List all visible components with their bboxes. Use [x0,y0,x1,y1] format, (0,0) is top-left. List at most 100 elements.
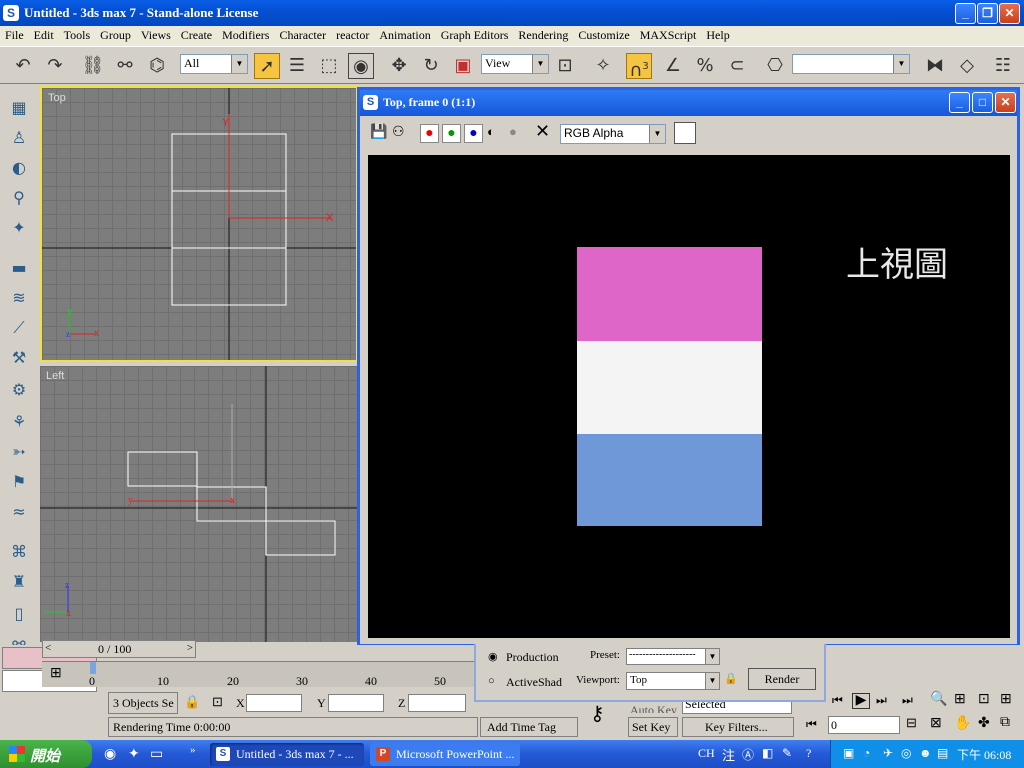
reference-coordinate-dropdown[interactable]: View ▼ [481,54,549,74]
knot-icon[interactable]: ⌘ [7,540,31,564]
red-channel-button[interactable]: ● [420,124,439,143]
menu-file[interactable]: File [0,26,29,43]
character-icon[interactable]: ⚑ [7,470,31,494]
time-config-icon[interactable]: ⊟ [906,715,917,731]
select-object-icon[interactable]: ➚ [254,53,280,79]
current-frame-marker[interactable] [90,662,96,674]
undo-icon[interactable]: ↶ [10,53,36,79]
tray-display-icon[interactable]: ▤ [937,746,948,761]
ime-mode-indicator[interactable]: 注 [722,745,735,764]
tray-network-icon[interactable]: ▣ [843,746,854,761]
viewport-label-left[interactable]: Left [46,370,64,382]
select-move-icon[interactable]: ✥ [386,53,412,79]
key-mode-toggle-icon[interactable]: ⏮ [806,717,817,732]
mirror-icon[interactable]: ⧓ [922,53,948,79]
percent-snap-icon[interactable]: % [692,53,718,79]
menu-customize[interactable]: Customize [573,26,634,43]
alpha-channel-icon[interactable]: ◐ [487,124,495,140]
selection-filter-dropdown[interactable]: All ▼ [180,54,248,74]
viewport-dropdown[interactable]: Top ▼ [626,672,720,690]
tray-app-icon[interactable]: ✈ [883,746,893,761]
window-crossing-icon[interactable]: ◉ [348,53,374,79]
render-close-button[interactable]: ✕ [995,92,1016,113]
snap-toggle-icon[interactable]: ∩3 [626,53,652,81]
go-to-end-icon[interactable]: ⏭ [902,693,913,708]
menu-rendering[interactable]: Rendering [513,26,573,43]
quick-launch-media-icon[interactable]: ✦ [128,746,140,763]
y-coord-field[interactable] [328,694,384,712]
menu-character[interactable]: Character [274,26,331,43]
production-radio[interactable]: ◉ [488,650,498,663]
top-viewport[interactable]: Y X x y z Top [40,86,358,362]
start-button[interactable]: 開始 [0,740,92,768]
chevron-right-icon[interactable]: > [187,642,193,654]
color-swatch[interactable] [674,122,696,144]
tray-antivirus-icon[interactable]: ◎ [901,746,911,761]
absolute-mode-icon[interactable]: ⊡ [212,694,223,710]
key-icon[interactable]: ⚷ [590,701,605,726]
create-icon[interactable]: ▦ [7,96,31,120]
bind-space-warp-icon[interactable]: ⌬ [144,53,170,79]
key-mode-dropdown[interactable]: Selected [682,700,792,714]
menu-graph-editors[interactable]: Graph Editors [436,26,514,43]
wave-icon[interactable]: ≈ [7,500,31,524]
channel-display-dropdown[interactable]: RGB Alpha ▼ [560,124,666,144]
quick-launch-overflow-icon[interactable]: » [190,744,196,756]
render-button[interactable]: Render [748,668,816,690]
maximize-viewport-icon[interactable]: ⧉ [1000,715,1010,731]
tube-icon[interactable]: ⟋ [7,316,31,340]
go-to-start-icon[interactable]: ⏮ [832,693,843,708]
tray-volume-icon[interactable]: ◔ [863,746,870,761]
render-minimize-button[interactable]: _ [949,92,970,113]
select-scale-icon[interactable]: ▣ [450,53,476,79]
max-app-icon[interactable]: S [3,5,19,21]
monochrome-icon[interactable]: ● [509,124,517,140]
wrench-icon[interactable]: ⚒ [7,346,31,370]
zoom-extents-icon[interactable]: ⊡ [978,691,990,708]
quick-launch-desktop-icon[interactable]: ▭ [150,746,163,763]
taskbar-item-powerpoint[interactable]: P Microsoft PowerPoint ... [370,743,520,766]
minimize-button[interactable]: _ [955,3,976,24]
activeshade-radio[interactable]: ○ [488,675,495,687]
green-channel-button[interactable]: ● [442,124,461,143]
region-zoom-icon[interactable]: ⊠ [930,715,942,732]
display-icon[interactable]: ▬ [7,256,31,280]
arc-rotate-icon[interactable]: ✤ [978,715,990,732]
zoom-extents-all-icon[interactable]: ⊞ [1000,691,1012,708]
menu-views[interactable]: Views [136,26,176,43]
menu-animation[interactable]: Animation [374,26,435,43]
curve-editor-icon[interactable]: ⊞ [50,665,62,682]
pivot-center-icon[interactable]: ⊡ [552,53,578,79]
select-by-name-icon[interactable]: ☰ [284,53,310,79]
clone-icon[interactable]: ⚇ [392,124,405,141]
menu-tools[interactable]: Tools [59,26,96,43]
named-selection-sets-dropdown[interactable]: ▼ [792,54,910,74]
biped-icon[interactable]: ♜ [7,570,31,594]
auto-key-button[interactable]: Auto Key [630,703,680,713]
quick-launch-ie-icon[interactable]: ◉ [104,746,116,763]
select-link-icon[interactable]: ⛓ [80,53,106,79]
close-button[interactable]: ✕ [999,3,1020,24]
left-viewport[interactable]: y x z x Left [40,366,358,642]
viewport-label-top[interactable]: Top [48,92,66,104]
ime-halfwidth-icon[interactable]: ◧ [762,746,773,761]
door-icon[interactable]: ▯ [7,602,31,626]
modify-icon[interactable]: ♙ [7,126,31,150]
x-coord-field[interactable] [246,694,302,712]
zoom-all-icon[interactable]: ⊞ [954,691,966,708]
menu-maxscript[interactable]: MAXScript [635,26,702,43]
gear-icon[interactable]: ⚙ [7,378,31,402]
angle-snap-icon[interactable]: ∠ [660,53,686,79]
play-icon[interactable]: ▶ [852,693,870,709]
chevron-left-icon[interactable]: < [45,642,51,654]
bone-icon[interactable]: ⚘ [7,410,31,434]
lock-viewport-icon[interactable]: 🔒 [724,672,738,685]
select-manipulate-icon[interactable]: ✧ [590,53,616,79]
hierarchy-icon[interactable]: ⚲ [7,186,31,210]
spinner-snap-icon[interactable]: ⊂ [724,53,750,79]
rectangular-selection-icon[interactable]: ⬚ [316,53,342,79]
lock-icon[interactable]: 🔒 [184,694,200,710]
menu-reactor[interactable]: reactor [331,26,374,43]
render-maximize-button[interactable]: □ [972,92,993,113]
key-filters-button[interactable]: Key Filters... [682,717,794,737]
